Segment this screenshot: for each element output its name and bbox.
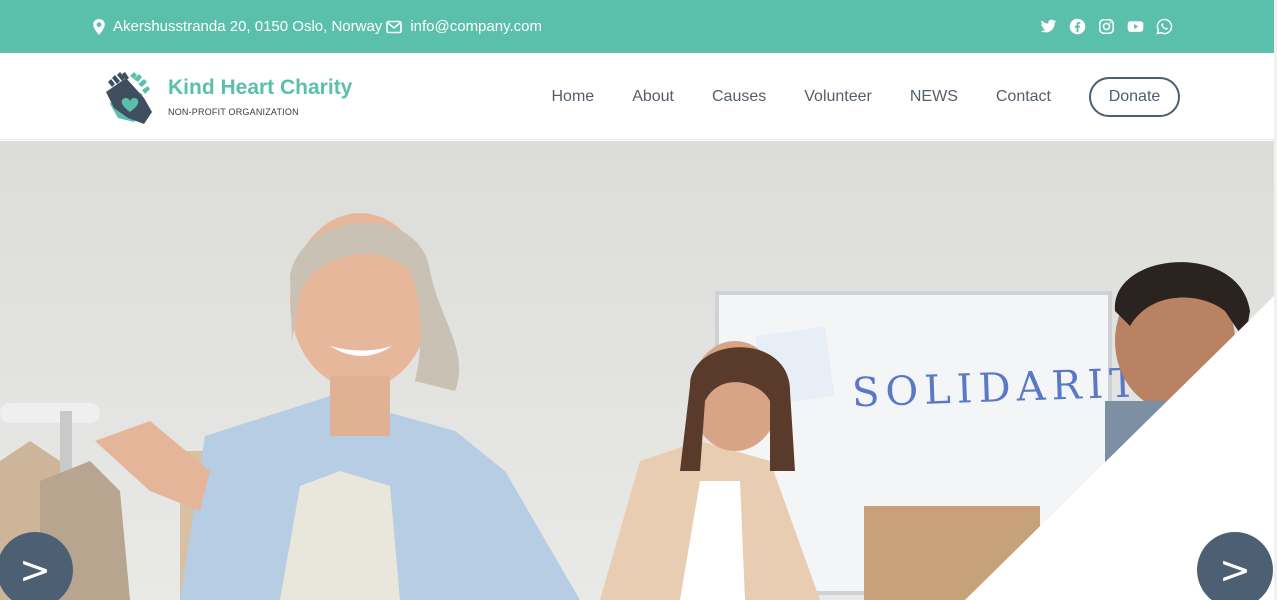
site-header: Kind Heart Charity NON-PROFIT ORGANIZATI… — [0, 53, 1277, 140]
nav-item-contact[interactable]: Contact — [996, 88, 1051, 106]
donate-button[interactable]: Donate — [1089, 76, 1180, 117]
map-pin-icon — [92, 18, 106, 35]
hero-slider: SOLIDARITY > > — [0, 141, 1274, 600]
whatsapp-icon[interactable] — [1156, 18, 1173, 35]
brand-logo-link[interactable]: Kind Heart Charity NON-PROFIT ORGANIZATI… — [100, 68, 352, 128]
main-nav: Home About Causes Volunteer NEWS Contact… — [552, 53, 1180, 140]
email-link[interactable]: info@company.com — [410, 18, 542, 35]
twitter-icon[interactable] — [1040, 18, 1057, 35]
nav-item-about[interactable]: About — [632, 88, 674, 106]
instagram-icon[interactable] — [1098, 18, 1115, 35]
contact-info: Akershusstranda 20, 0150 Oslo, Norway in… — [92, 0, 542, 53]
nav-item-volunteer[interactable]: Volunteer — [804, 88, 872, 106]
nav-item-home[interactable]: Home — [552, 88, 595, 106]
youtube-icon[interactable] — [1127, 18, 1144, 35]
top-contact-bar: Akershusstranda 20, 0150 Oslo, Norway in… — [0, 0, 1277, 53]
social-links — [1040, 0, 1173, 53]
nav-item-causes[interactable]: Causes — [712, 88, 766, 106]
facebook-icon[interactable] — [1069, 18, 1086, 35]
nav-item-news[interactable]: NEWS — [910, 88, 958, 106]
hands-heart-logo — [100, 68, 160, 128]
brand-tagline: NON-PROFIT ORGANIZATION — [168, 107, 299, 117]
next-slide-button[interactable]: > — [1197, 532, 1273, 600]
brand-text: Kind Heart Charity NON-PROFIT ORGANIZATI… — [168, 75, 352, 117]
brand-name: Kind Heart Charity — [168, 76, 353, 99]
address-text: Akershusstranda 20, 0150 Oslo, Norway — [113, 18, 383, 35]
envelope-icon — [386, 20, 403, 34]
hero-image: SOLIDARITY — [0, 141, 1274, 600]
